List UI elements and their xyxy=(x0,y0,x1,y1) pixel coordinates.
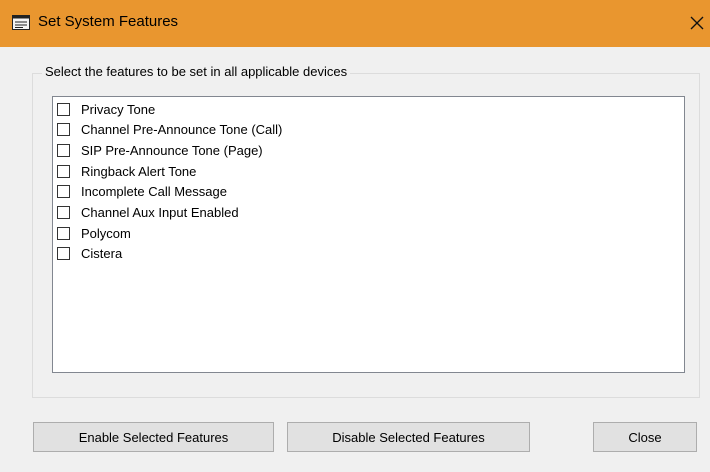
checkbox[interactable] xyxy=(57,206,70,219)
close-icon[interactable] xyxy=(686,12,708,34)
feature-label: Channel Aux Input Enabled xyxy=(81,205,239,220)
checkbox[interactable] xyxy=(57,165,70,178)
checkbox[interactable] xyxy=(57,144,70,157)
window-title: Set System Features xyxy=(38,13,179,30)
feature-label: Cistera xyxy=(81,246,123,261)
checkbox[interactable] xyxy=(57,123,70,136)
group-label: Select the features to be set in all app… xyxy=(42,64,351,79)
title-bar[interactable]: Set System Features xyxy=(0,0,710,47)
feature-label: Privacy Tone xyxy=(81,102,156,117)
feature-label: Incomplete Call Message xyxy=(81,184,227,199)
feature-label: Polycom xyxy=(81,226,131,241)
feature-label: SIP Pre-Announce Tone (Page) xyxy=(81,143,263,158)
checkbox[interactable] xyxy=(57,247,70,260)
feature-label: Ringback Alert Tone xyxy=(81,164,197,179)
close-button[interactable]: Close xyxy=(593,422,697,452)
checkbox[interactable] xyxy=(57,227,70,240)
enable-selected-features-button[interactable]: Enable Selected Features xyxy=(33,422,274,452)
feature-label: Channel Pre-Announce Tone (Call) xyxy=(81,122,283,137)
disable-selected-features-button[interactable]: Disable Selected Features xyxy=(287,422,530,452)
set-system-features-dialog: Set System Features Select the features … xyxy=(0,0,710,472)
checkbox[interactable] xyxy=(57,103,70,116)
form-icon xyxy=(12,15,30,30)
checkbox[interactable] xyxy=(57,185,70,198)
features-checklist[interactable]: Privacy Tone Channel Pre-Announce Tone (… xyxy=(52,96,685,373)
